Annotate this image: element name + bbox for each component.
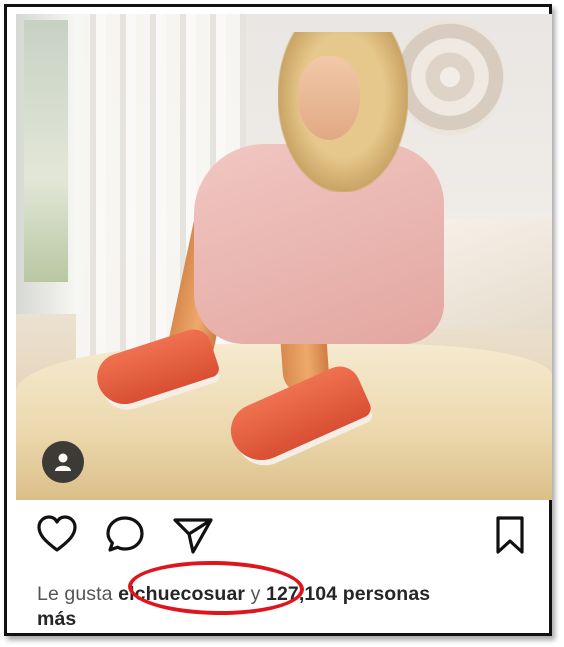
post-photo[interactable] <box>16 14 552 500</box>
window <box>16 14 82 314</box>
likes-prefix: Le gusta <box>37 583 113 605</box>
action-bar <box>7 514 555 564</box>
liked-by-username-link[interactable]: elchuecosuar <box>118 583 245 605</box>
bookmark-icon[interactable] <box>493 514 537 558</box>
paper-plane-icon[interactable] <box>171 514 215 558</box>
wall-decoration <box>396 18 504 136</box>
likes-count-link[interactable]: 127,104 personas <box>266 583 430 605</box>
likes-suffix-link[interactable]: más <box>37 608 76 630</box>
screenshot-frame: Le gusta elchuecosuar y 127,104 personas… <box>4 4 552 636</box>
likes-line: Le gusta elchuecosuar y 127,104 personas… <box>37 582 537 632</box>
person-face <box>298 56 360 140</box>
comment-bubble-icon[interactable] <box>104 514 148 558</box>
user-tag-icon[interactable] <box>42 441 84 483</box>
heart-icon[interactable] <box>35 514 79 558</box>
likes-conjunction: y <box>250 583 261 605</box>
